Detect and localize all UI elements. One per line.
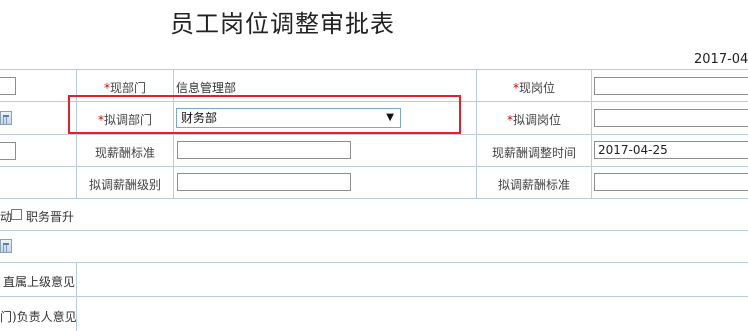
promotion-checkbox[interactable] [11,209,22,220]
left-clipped-input[interactable] [0,77,16,95]
grid-line [0,166,748,167]
current-dept-label: *现部门 [103,81,146,95]
current-salary-std-label: 现薪酬标准 [94,146,155,160]
supervisor-opinion-label: 直属上级意见 [3,275,76,289]
highlight-box [68,95,461,134]
page-title: 员工岗位调整审批表 [170,10,395,38]
promotion-label: 职务晋升 [26,210,75,224]
grid-line [0,134,748,135]
current-position-label: *现岗位 [512,81,555,95]
calendar-icon[interactable] [0,111,12,125]
salary-adjust-time-label: 现薪酬调整时间 [491,146,576,160]
proposed-salary-std-label: 拟调薪酬标准 [497,178,570,192]
proposed-salary-level-input[interactable] [177,173,351,191]
grid-line [0,262,748,263]
grid-line [0,69,748,70]
form-date: 2017-04 [694,52,748,67]
calendar-icon[interactable] [0,239,12,253]
salary-adjust-time-input[interactable]: 2017-04-25 [594,141,748,159]
proposed-salary-level-label: 拟调薪酬级别 [88,178,161,192]
proposed-salary-std-input[interactable] [594,173,748,191]
left-clipped-input[interactable] [0,142,16,160]
grid-line [0,230,748,231]
proposed-position-label: *拟调岗位 [506,113,561,127]
grid-line [0,296,748,297]
current-dept-value: 信息管理部 [176,81,237,95]
grid-line [591,69,592,198]
current-salary-std-input[interactable] [177,141,351,159]
dept-head-opinion-label: 门)负责人意见 [0,310,77,324]
proposed-position-input[interactable] [594,109,748,127]
current-position-input[interactable] [594,77,748,95]
grid-line [0,198,748,199]
